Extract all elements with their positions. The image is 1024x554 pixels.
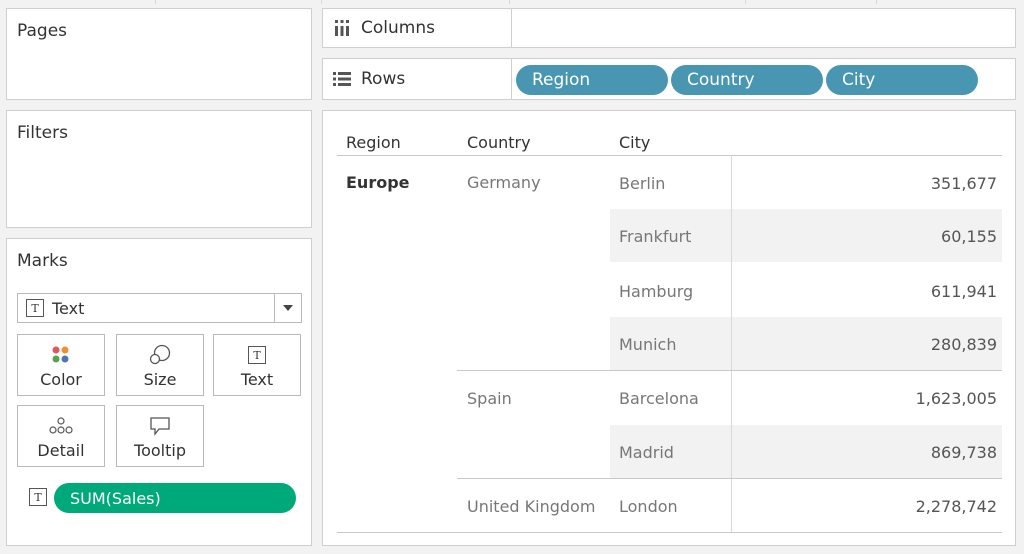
filters-title: Filters: [17, 123, 68, 143]
text-mark-icon: T: [26, 299, 44, 317]
header-divider: [337, 155, 1002, 156]
value-cell[interactable]: 60,155: [877, 227, 997, 246]
rows-shelf[interactable]: Rows Region Country City: [322, 58, 1016, 100]
filters-shelf[interactable]: Filters: [6, 110, 312, 228]
region-cell[interactable]: Europe: [346, 173, 410, 192]
detail-icon: [48, 415, 74, 437]
text-encoding-icon: T: [29, 488, 47, 506]
country-cell[interactable]: Germany: [467, 173, 541, 192]
value-cell[interactable]: 1,623,005: [877, 389, 997, 408]
city-cell[interactable]: Hamburg: [619, 282, 693, 301]
divider: [321, 0, 322, 4]
detail-button[interactable]: Detail: [17, 405, 105, 467]
city-cell[interactable]: London: [619, 497, 678, 516]
text-icon: T: [248, 344, 266, 366]
columns-label-area: Columns: [323, 9, 512, 47]
value-cell[interactable]: 2,278,742: [877, 497, 997, 516]
size-label: Size: [143, 370, 177, 389]
tooltip-label: Tooltip: [134, 441, 186, 460]
pages-shelf[interactable]: Pages: [6, 8, 312, 100]
divider: [876, 0, 877, 4]
city-cell[interactable]: Munich: [619, 335, 676, 354]
value-cell[interactable]: 611,941: [877, 282, 997, 301]
sum-sales-pill[interactable]: SUM(Sales): [54, 483, 296, 513]
pages-title: Pages: [17, 21, 68, 41]
value-cell[interactable]: 351,677: [877, 174, 997, 193]
value-divider: [731, 155, 732, 533]
country-divider: [457, 478, 1002, 479]
value-cell[interactable]: 869,738: [877, 443, 997, 462]
country-cell[interactable]: United Kingdom: [467, 497, 595, 516]
country-divider: [457, 370, 1002, 371]
color-button[interactable]: Color: [17, 334, 105, 396]
marks-title: Marks: [17, 251, 68, 271]
rows-label-area: Rows: [323, 59, 512, 99]
rows-label: Rows: [361, 69, 406, 89]
city-pill[interactable]: City: [826, 65, 978, 95]
value-cell[interactable]: 280,839: [877, 335, 997, 354]
divider: [155, 0, 156, 4]
mark-type-select[interactable]: T Text: [17, 293, 302, 323]
rows-icon: [333, 70, 351, 88]
city-cell[interactable]: Frankfurt: [619, 227, 691, 246]
columns-shelf[interactable]: Columns: [322, 8, 1016, 48]
header-city[interactable]: City: [619, 133, 650, 152]
header-region[interactable]: Region: [346, 133, 401, 152]
text-button[interactable]: T Text: [213, 334, 301, 396]
detail-label: Detail: [37, 441, 85, 460]
color-icon: [51, 344, 71, 366]
header-country[interactable]: Country: [467, 133, 531, 152]
city-cell[interactable]: Berlin: [619, 174, 665, 193]
marks-card: Marks T Text Color Size T Text Detail To…: [6, 238, 312, 546]
text-label: Text: [240, 370, 274, 389]
country-pill[interactable]: Country: [671, 65, 823, 95]
tooltip-button[interactable]: Tooltip: [116, 405, 204, 467]
region-pill[interactable]: Region: [516, 65, 668, 95]
tooltip-icon: [149, 415, 171, 437]
columns-label: Columns: [361, 18, 435, 38]
city-cell[interactable]: Madrid: [619, 443, 674, 462]
city-cell[interactable]: Barcelona: [619, 389, 699, 408]
chevron-down-icon[interactable]: [274, 294, 301, 322]
size-icon: [148, 344, 172, 366]
columns-icon: [333, 19, 351, 37]
table-bottom: [337, 532, 1002, 533]
color-label: Color: [40, 370, 82, 389]
size-button[interactable]: Size: [116, 334, 204, 396]
top-strip: [0, 0, 1024, 4]
mark-type-value: Text: [52, 298, 85, 318]
country-cell[interactable]: Spain: [467, 389, 512, 408]
divider: [745, 0, 746, 4]
divider: [509, 0, 510, 4]
